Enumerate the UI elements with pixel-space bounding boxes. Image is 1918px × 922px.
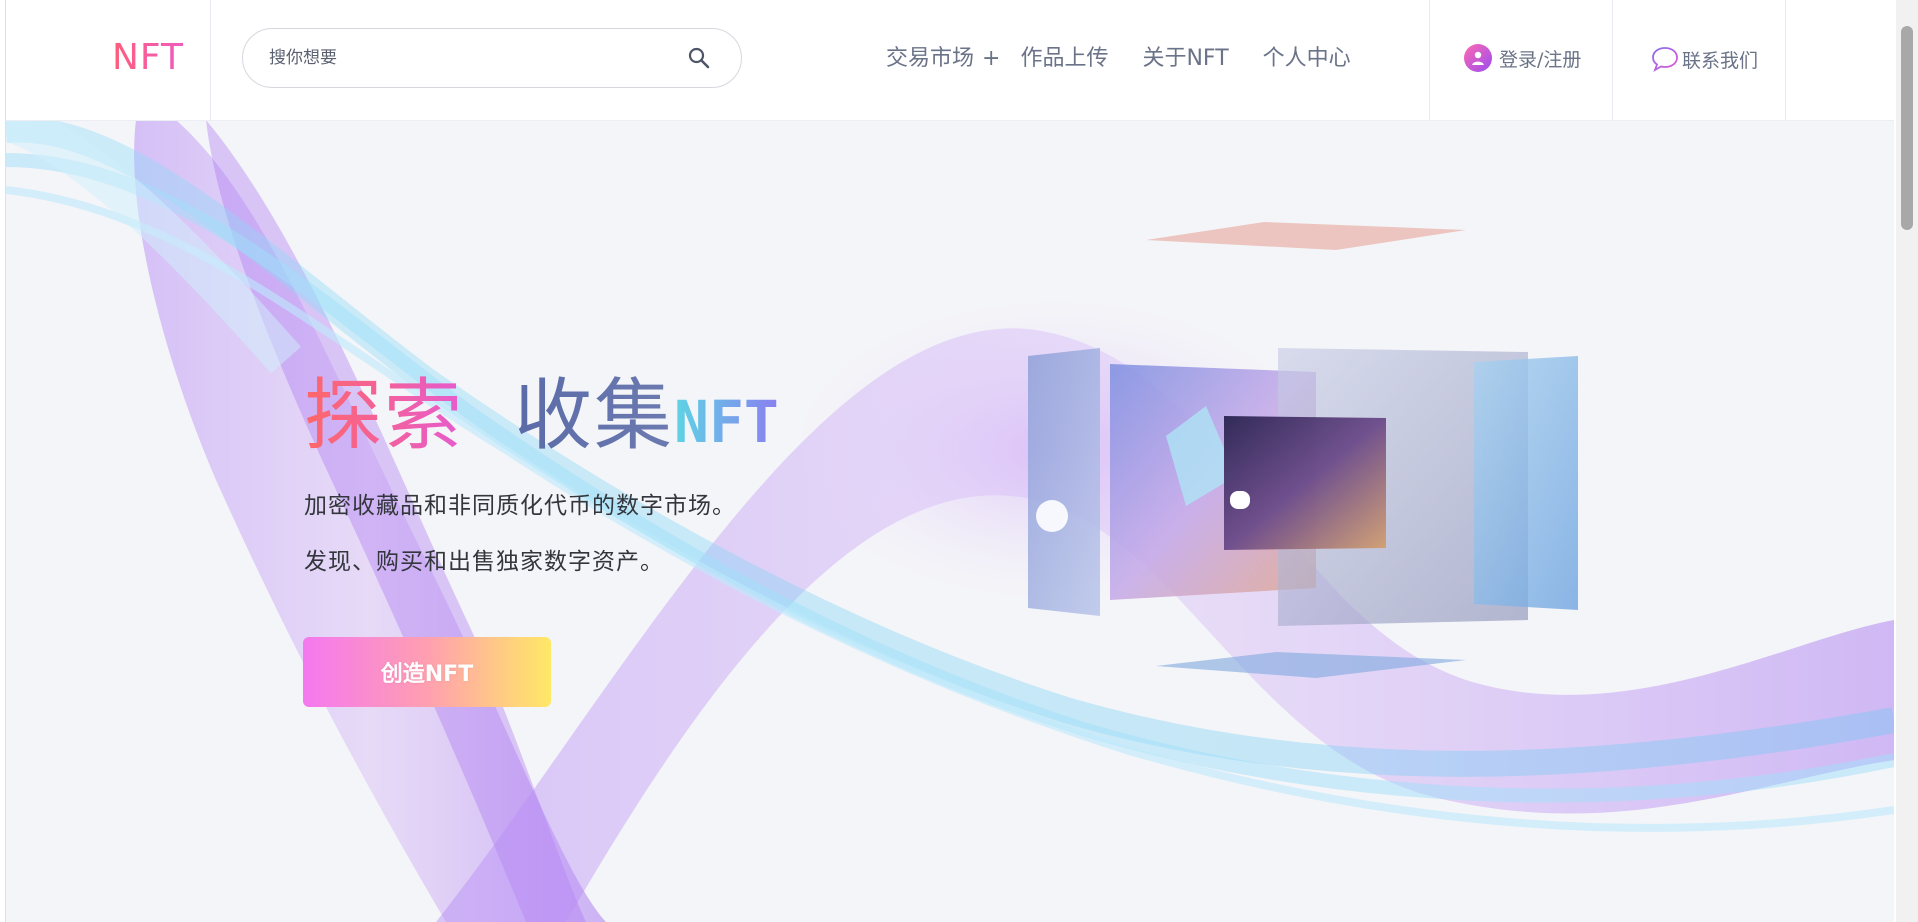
- header-divider: [1612, 0, 1613, 120]
- vertical-scrollbar[interactable]: [1896, 0, 1918, 922]
- gallery-panel-left: [1028, 348, 1100, 616]
- nft-gallery-illustration: [1028, 222, 1578, 678]
- plus-icon[interactable]: +: [982, 46, 1000, 71]
- search-icon[interactable]: [687, 46, 711, 70]
- nav-item-personal[interactable]: 个人中心: [1263, 42, 1351, 76]
- user-avatar-icon: [1464, 44, 1492, 72]
- nav-item-market[interactable]: 交易市场 +: [886, 42, 1000, 76]
- header-divider: [1785, 0, 1786, 120]
- nav-market-label: 交易市场: [886, 46, 975, 71]
- search-input[interactable]: [267, 47, 687, 69]
- headline-nft: NFT: [674, 388, 779, 456]
- hero-section: 探索 收集NFT 加密收藏品和非同质化代币的数字市场。 发现、购买和出售独家数字资…: [6, 120, 1894, 922]
- site-logo[interactable]: NFT: [112, 34, 184, 82]
- hero-headline: 探索 收集NFT: [304, 366, 779, 487]
- gallery-panel-far-right: [1474, 356, 1578, 610]
- login-register-label: 登录/注册: [1499, 48, 1582, 71]
- gallery-panel-center: [1224, 416, 1386, 550]
- floating-card-bottom: [1156, 652, 1466, 678]
- nav-item-about[interactable]: 关于NFT: [1142, 42, 1228, 76]
- top-header: NFT 交易市场 + 作品上传 关于NFT 个人中心 登录/注册: [6, 0, 1894, 121]
- speech-bubble-icon: [1652, 47, 1678, 73]
- floating-card-top: [1146, 222, 1466, 250]
- create-nft-button[interactable]: 创造NFT: [303, 637, 551, 707]
- contact-us-link[interactable]: 联系我们: [1650, 44, 1758, 74]
- hero-subtitle-1: 加密收藏品和非同质化代币的数字市场。: [304, 493, 736, 519]
- scrollbar-thumb[interactable]: [1901, 26, 1913, 230]
- search-box: [242, 28, 742, 88]
- logo-area: NFT: [6, 0, 211, 120]
- hero-subtitle-2: 发现、购买和出售独家数字资产。: [304, 549, 664, 575]
- nav-item-upload[interactable]: 作品上传: [1020, 42, 1108, 76]
- headline-explore: 探索: [304, 371, 465, 461]
- main-nav: 交易市场 + 作品上传 关于NFT 个人中心: [886, 42, 1385, 76]
- headline-collect: 收集: [514, 371, 675, 461]
- login-register-link[interactable]: 登录/注册: [1464, 44, 1581, 72]
- contact-us-label: 联系我们: [1682, 49, 1759, 72]
- header-divider: [1429, 0, 1430, 120]
- window-left-edge: [0, 0, 6, 922]
